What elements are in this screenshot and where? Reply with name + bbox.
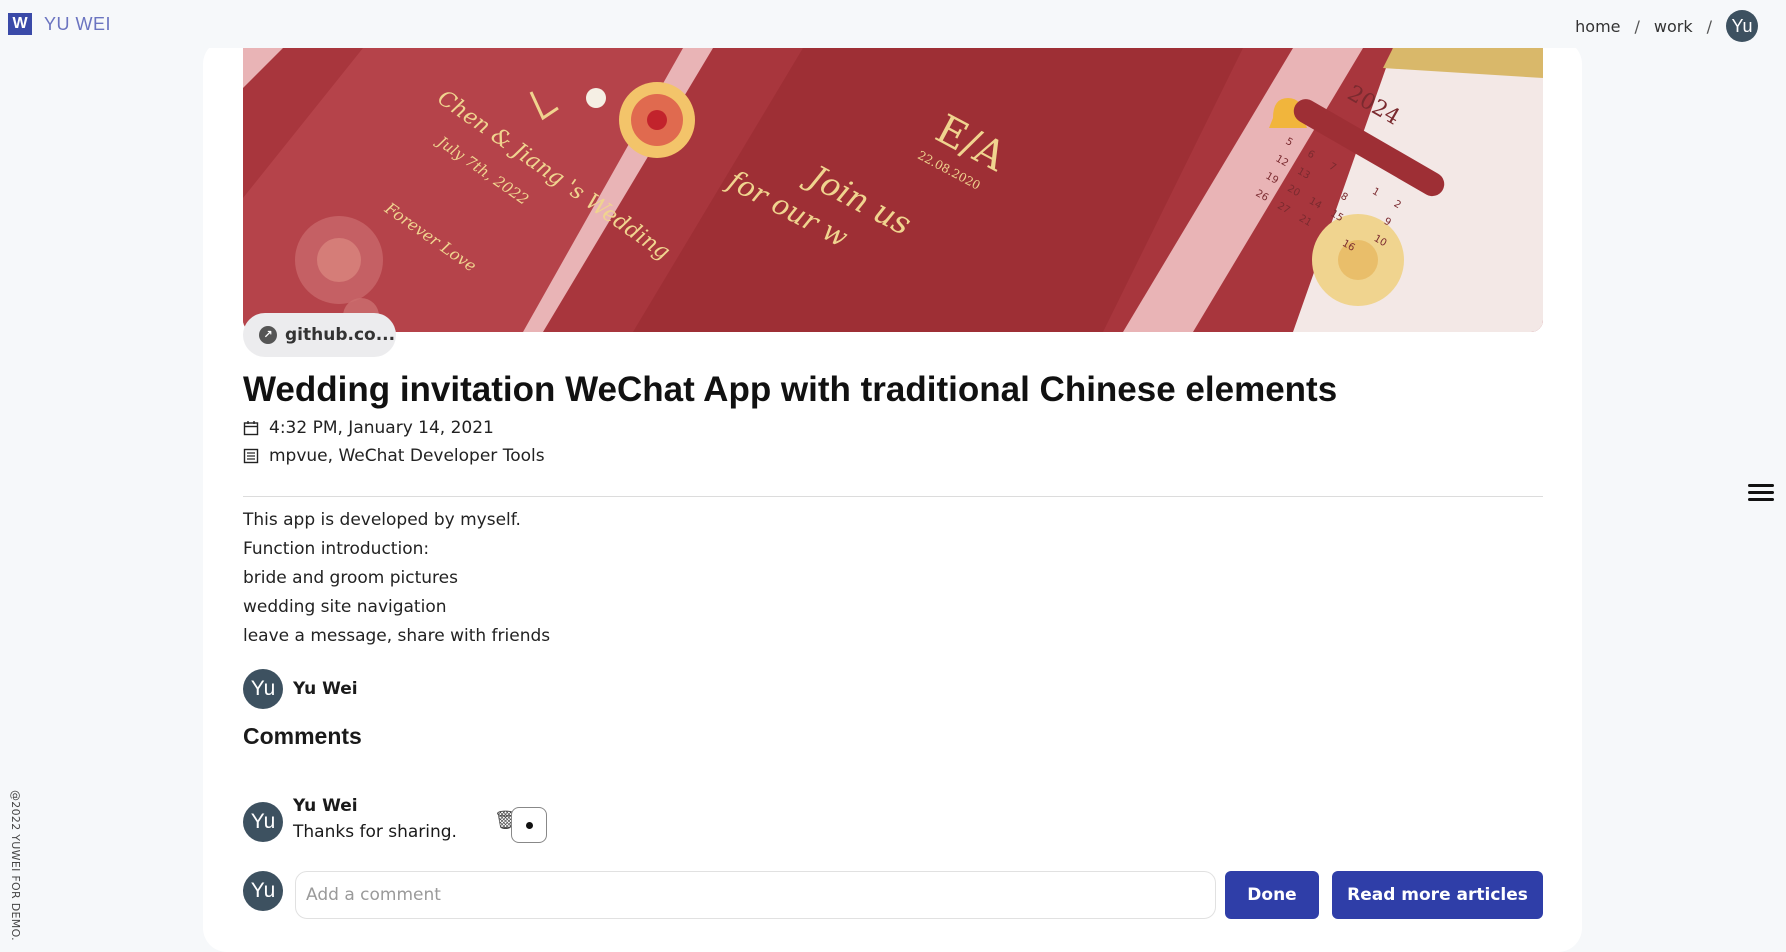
hamburger-menu-icon[interactable]: [1748, 484, 1774, 502]
comment-avatar[interactable]: Yu: [243, 802, 283, 842]
description-line: wedding site navigation: [243, 597, 447, 617]
comment-options-button[interactable]: [511, 807, 547, 843]
project-card: Chen & Jiang 's Wedding July 7th, 2022 F…: [203, 40, 1582, 952]
hero-image: Chen & Jiang 's Wedding July 7th, 2022 F…: [243, 48, 1543, 332]
author-row: Yu Yu Wei: [243, 669, 358, 709]
comment-input[interactable]: [295, 871, 1216, 919]
breadcrumb-separator: /: [1706, 16, 1712, 36]
comment-item: Yu Yu Wei Thanks for sharing.: [243, 796, 457, 842]
comment-author: Yu Wei: [293, 796, 358, 816]
nav-work-link[interactable]: work: [1654, 17, 1693, 36]
done-button[interactable]: Done: [1225, 871, 1319, 919]
author-avatar[interactable]: Yu: [243, 669, 283, 709]
read-more-button[interactable]: Read more articles: [1332, 871, 1543, 919]
nav-home-link[interactable]: home: [1575, 17, 1620, 36]
tech-stack: mpvue, WeChat Developer Tools: [269, 446, 545, 466]
tech-row: mpvue, WeChat Developer Tools: [243, 446, 545, 466]
hero-illustration: Chen & Jiang 's Wedding July 7th, 2022 F…: [243, 48, 1543, 332]
description-line: Function introduction:: [243, 539, 430, 559]
compose-avatar: Yu: [243, 871, 283, 911]
flower-decoration: [619, 82, 695, 158]
compose-avatar-wrap: Yu: [243, 871, 283, 911]
publish-date: 4:32 PM, January 14, 2021: [269, 418, 494, 438]
user-avatar[interactable]: Yu: [1726, 10, 1758, 42]
author-name[interactable]: Yu Wei: [293, 679, 358, 699]
github-link-label: github.co...: [285, 325, 396, 345]
flower-decoration: [1312, 214, 1404, 306]
calendar-icon: [243, 421, 259, 436]
description-line: This app is developed by myself.: [243, 510, 521, 530]
list-icon: [243, 448, 259, 464]
breadcrumb-separator: /: [1634, 16, 1640, 36]
comment-text: Thanks for sharing.: [293, 822, 457, 842]
date-row: 4:32 PM, January 14, 2021: [243, 418, 494, 438]
page-title: Wedding invitation WeChat App with tradi…: [243, 370, 1338, 409]
dot-icon: [525, 821, 533, 829]
breadcrumb: home / work / Yu: [1575, 10, 1758, 42]
logo-text: YU WEI: [44, 13, 112, 34]
description-line: leave a message, share with friends: [243, 626, 551, 646]
github-link-chip[interactable]: ↗ github.co...: [243, 313, 396, 357]
external-link-icon: ↗: [259, 326, 277, 344]
top-bar: W YU WEI home / work / Yu: [0, 0, 1786, 48]
divider: [243, 496, 1543, 497]
description-line: bride and groom pictures: [243, 568, 458, 588]
logo-mark: W: [8, 13, 32, 35]
copyright-footer: @2022 YUWEI FOR DEMO.: [9, 790, 22, 941]
comment-body: Yu Wei Thanks for sharing.: [293, 796, 457, 842]
logo[interactable]: W YU WEI: [8, 13, 111, 35]
project-description: This app is developed by myself. Functio…: [243, 506, 550, 651]
comments-heading: Comments: [243, 723, 362, 749]
